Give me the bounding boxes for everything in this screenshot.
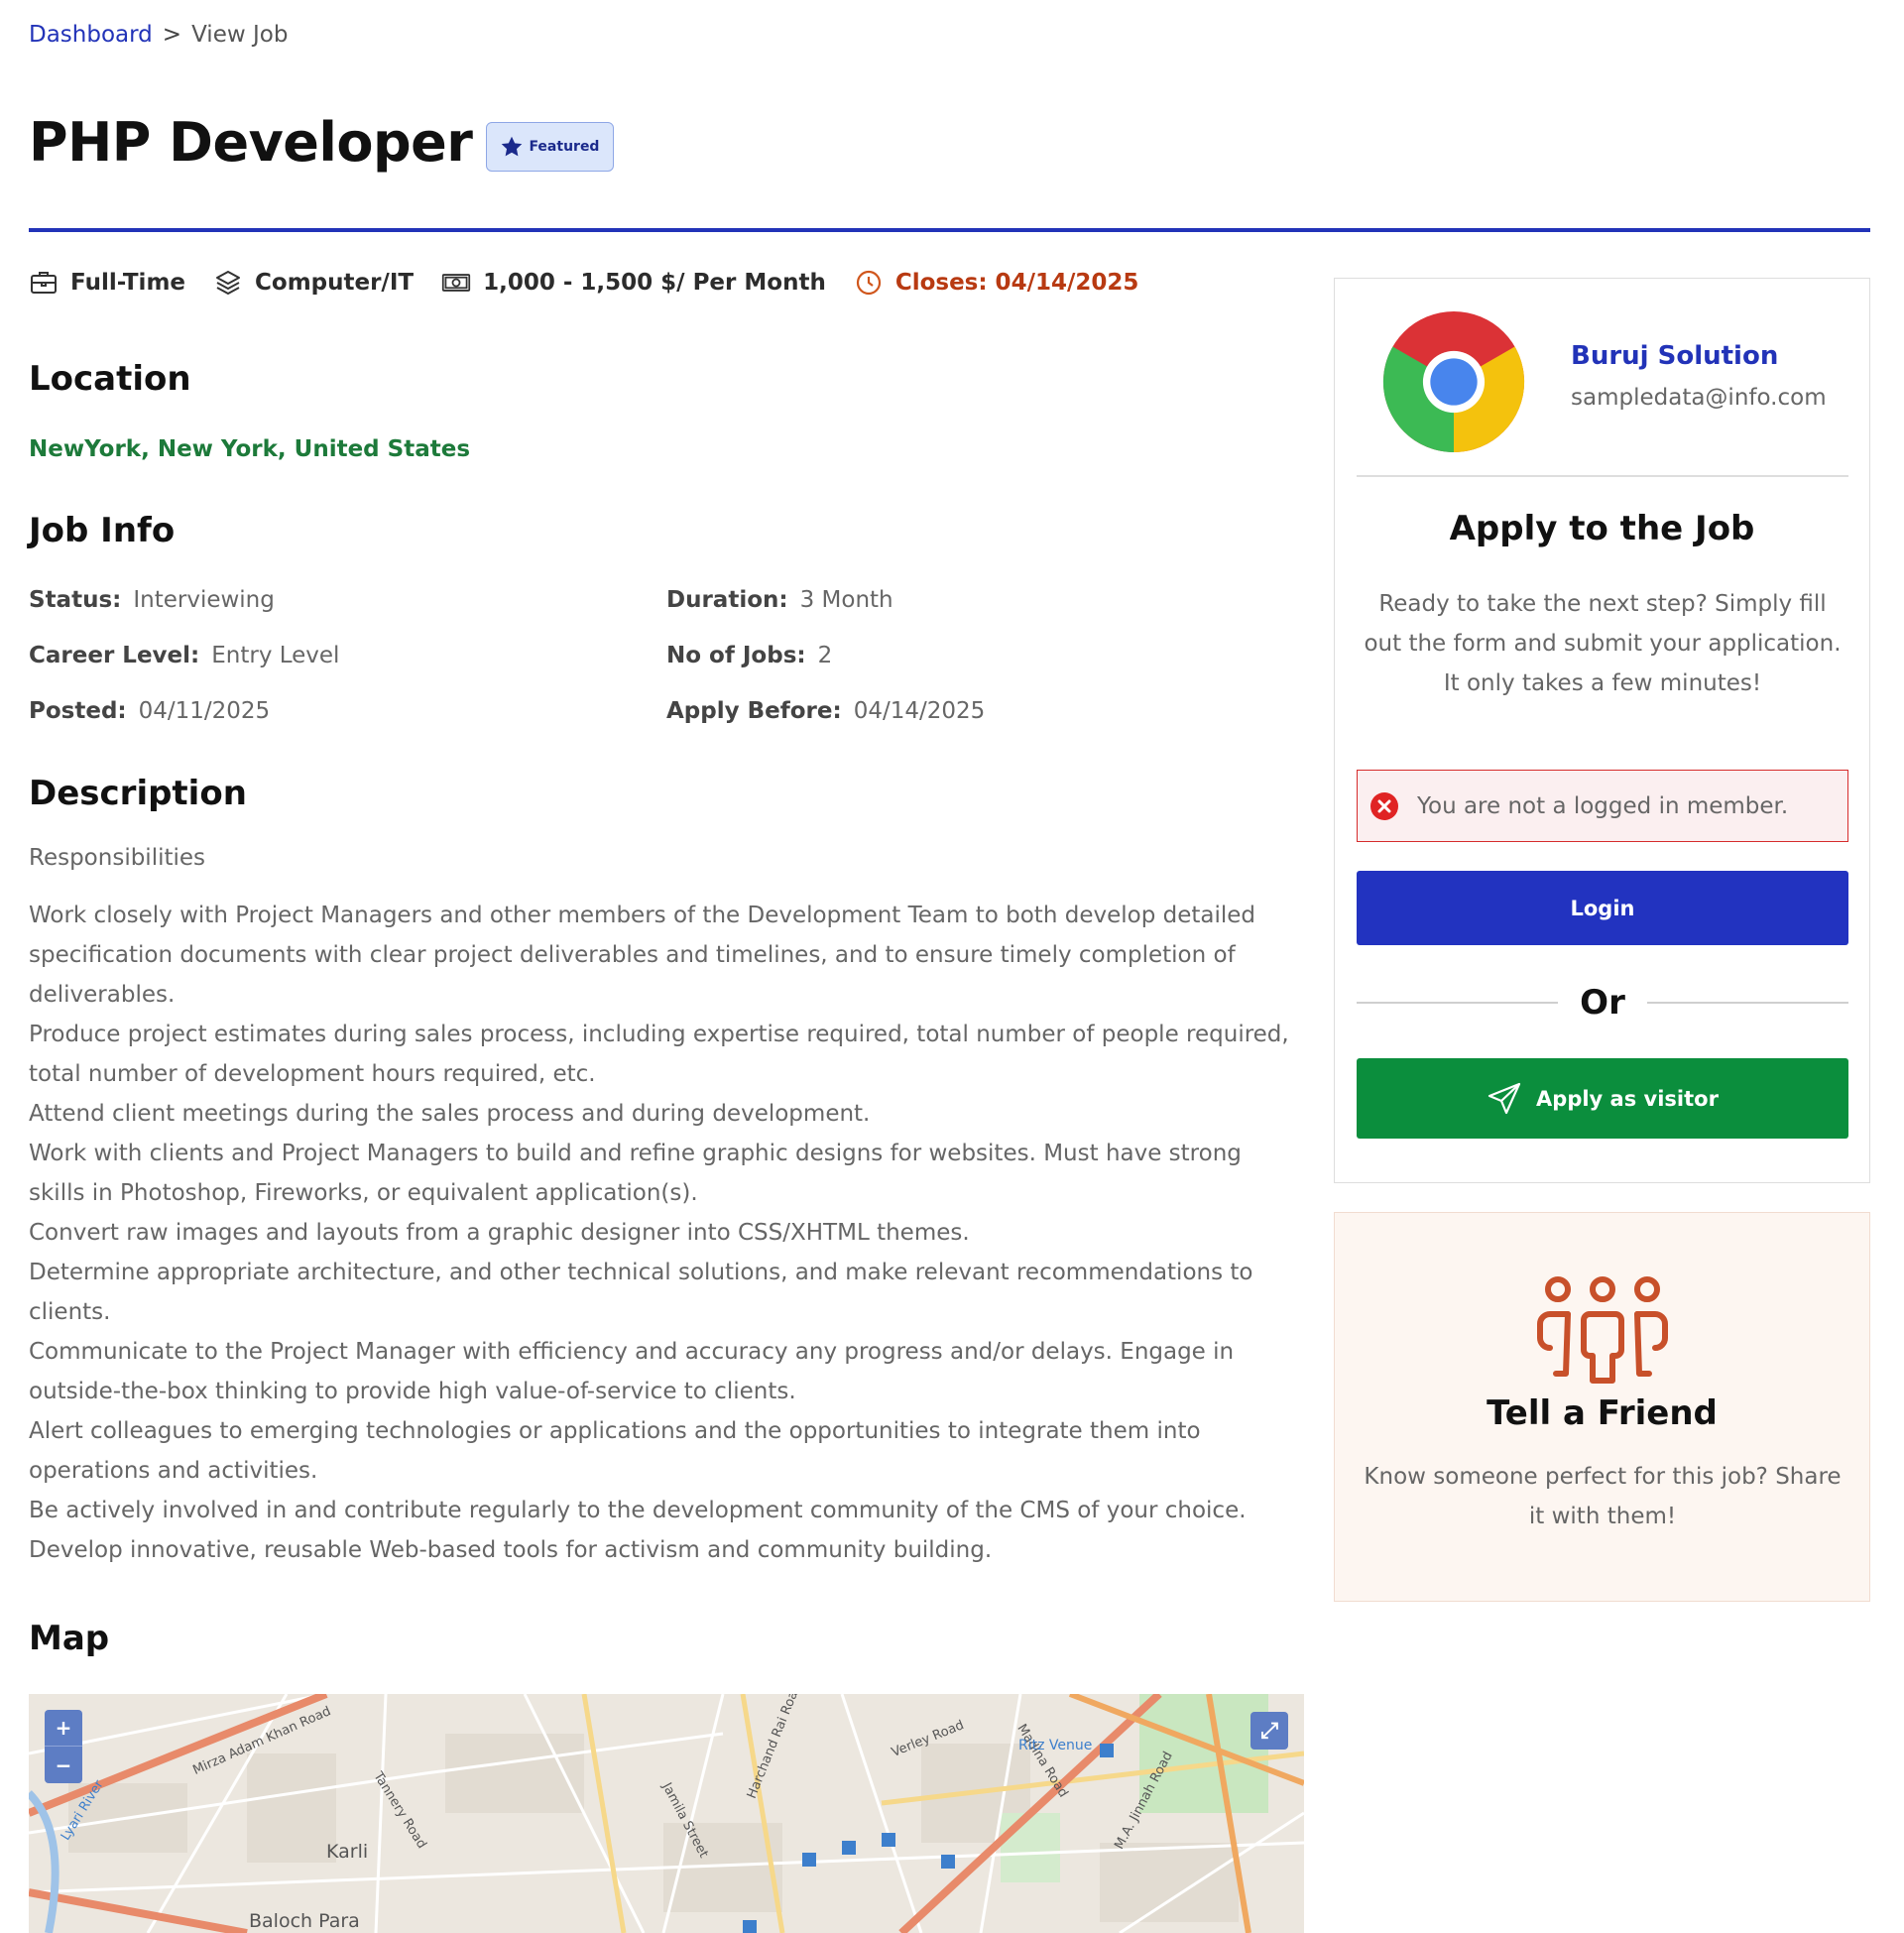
list-item: Work closely with Project Managers and o…: [29, 903, 1255, 1008]
tell-a-friend-heading: Tell a Friend: [1487, 1393, 1718, 1433]
job-meta: Full-Time Computer/IT 1,000 - 1,500 $/ P…: [29, 268, 1138, 298]
list-item: Develop innovative, reusable Web-based t…: [29, 1537, 993, 1563]
clock-icon: [856, 270, 881, 296]
zoom-out-button[interactable]: −: [45, 1747, 82, 1783]
star-icon: [502, 136, 523, 156]
list-item: Be actively involved in and contribute r…: [29, 1498, 1247, 1523]
breadcrumb: Dashboard > View Job: [29, 22, 288, 48]
description-list: Work closely with Project Managers and o…: [29, 896, 1303, 1570]
apply-as-visitor-button[interactable]: Apply as visitor: [1357, 1058, 1848, 1139]
job-info-heading: Job Info: [29, 511, 176, 550]
job-title: PHP Developer: [29, 111, 473, 174]
or-label: Or: [1580, 983, 1625, 1023]
info-no-of-jobs: No of Jobs: 2: [666, 643, 1301, 669]
map-label: Ritz Venue: [1018, 1738, 1093, 1753]
job-category-label: Computer/IT: [255, 270, 415, 296]
divider-line: [1646, 1002, 1849, 1004]
or-divider: Or: [1357, 983, 1849, 1023]
job-type: Full-Time: [29, 268, 185, 298]
info-posted: Posted: 04/11/2025: [29, 698, 666, 725]
info-apply-before: Apply Before: 04/14/2025: [666, 698, 1301, 725]
info-label: Posted:: [29, 698, 127, 724]
job-title-row: PHP Developer Featured: [29, 111, 615, 174]
job-salary-label: 1,000 - 1,500 $/ Per Month: [483, 270, 826, 296]
job-closes: Closes: 04/14/2025: [854, 268, 1139, 298]
company-email: sampledata@info.com: [1571, 385, 1827, 411]
job-salary: 1,000 - 1,500 $/ Per Month: [441, 268, 826, 298]
apply-heading: Apply to the Job: [1449, 509, 1755, 548]
location-value: NewYork, New York, United States: [29, 436, 471, 462]
info-label: Status:: [29, 587, 122, 613]
breadcrumb-current: View Job: [191, 22, 289, 48]
description-heading: Description: [29, 774, 247, 813]
info-value: 2: [817, 643, 833, 668]
map-label: Baloch Para: [249, 1910, 360, 1932]
zoom-in-button[interactable]: +: [45, 1710, 82, 1747]
send-icon: [1488, 1082, 1521, 1114]
info-label: Duration:: [666, 587, 788, 613]
list-item: Determine appropriate architecture, and …: [29, 1260, 1253, 1325]
info-label: Apply Before:: [666, 698, 842, 724]
not-logged-in-alert: You are not a logged in member.: [1357, 770, 1848, 842]
responsibilities-label: Responsibilities: [29, 845, 206, 871]
list-item: Work with clients and Project Managers t…: [29, 1141, 1242, 1206]
map-fullscreen-button[interactable]: ⤢: [1250, 1712, 1288, 1750]
featured-badge-label: Featured: [529, 138, 600, 155]
job-page: Dashboard > View Job PHP Developer Featu…: [0, 0, 1904, 1933]
title-divider: [29, 228, 1870, 232]
location-heading: Location: [29, 359, 191, 399]
info-value: 3 Month: [799, 587, 893, 613]
apply-card: Buruj Solution sampledata@info.com Apply…: [1334, 278, 1870, 1183]
map-tiles: [29, 1694, 1304, 1933]
map-zoom-control: + −: [45, 1710, 82, 1783]
error-icon: [1370, 791, 1398, 820]
people-icon: [1537, 1276, 1668, 1384]
divider-line: [1357, 1002, 1559, 1004]
location-map[interactable]: Karli Baloch Para Mirza Adam Khan Road T…: [29, 1694, 1304, 1933]
info-status: Status: Interviewing: [29, 587, 666, 614]
alert-text: You are not a logged in member.: [1417, 792, 1789, 819]
info-career-level: Career Level: Entry Level: [29, 643, 666, 669]
job-info-grid: Status: Interviewing Duration: 3 Month C…: [29, 587, 1298, 725]
briefcase-icon: [31, 272, 57, 294]
tell-a-friend-text: Know someone perfect for this job? Share…: [1364, 1464, 1842, 1529]
info-value: Entry Level: [211, 643, 340, 668]
breadcrumb-separator: >: [162, 22, 182, 48]
info-duration: Duration: 3 Month: [666, 587, 1301, 614]
job-closes-label: Closes: 04/14/2025: [894, 270, 1139, 296]
list-item: Alert colleagues to emerging technologie…: [29, 1418, 1201, 1484]
breadcrumb-dashboard-link[interactable]: Dashboard: [29, 22, 153, 48]
info-value: 04/14/2025: [853, 698, 986, 724]
list-item: Communicate to the Project Manager with …: [29, 1339, 1235, 1404]
info-value: 04/11/2025: [138, 698, 271, 724]
company-name-link[interactable]: Buruj Solution: [1571, 341, 1827, 371]
job-category: Computer/IT: [213, 268, 414, 298]
list-item: Convert raw images and layouts from a gr…: [29, 1220, 970, 1246]
company-text: Buruj Solution sampledata@info.com: [1571, 341, 1827, 411]
login-button[interactable]: Login: [1357, 871, 1848, 945]
featured-badge: Featured: [486, 121, 615, 172]
money-icon: [441, 274, 471, 292]
info-label: No of Jobs:: [666, 643, 806, 668]
list-item: Attend client meetings during the sales …: [29, 1101, 871, 1127]
layers-icon: [216, 271, 241, 295]
list-item: Produce project estimates during sales p…: [29, 1022, 1289, 1087]
job-type-label: Full-Time: [70, 270, 186, 296]
info-label: Career Level:: [29, 643, 200, 668]
company-info: Buruj Solution sampledata@info.com: [1380, 308, 1827, 455]
apply-as-visitor-label: Apply as visitor: [1536, 1086, 1719, 1111]
info-value: Interviewing: [133, 587, 275, 613]
card-divider: [1357, 475, 1848, 477]
login-button-label: Login: [1570, 896, 1635, 920]
company-logo: [1382, 310, 1525, 453]
apply-text: Ready to take the next step? Simply fill…: [1364, 591, 1842, 696]
tell-a-friend-card: Tell a Friend Know someone perfect for t…: [1334, 1212, 1870, 1602]
map-label: Karli: [326, 1841, 369, 1863]
map-heading: Map: [29, 1619, 110, 1658]
